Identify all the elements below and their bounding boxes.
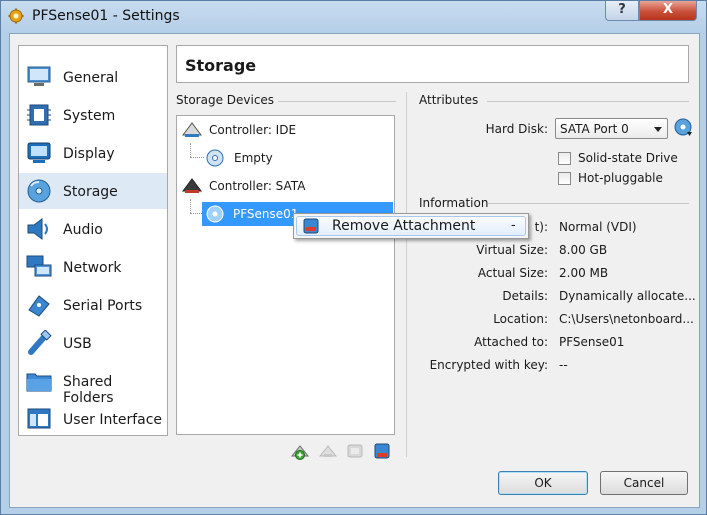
add-attachment-icon[interactable] [346, 442, 364, 460]
storage-tree[interactable]: Controller: IDE Empty Controller: SATA P… [176, 115, 395, 435]
information-heading: Information [419, 196, 493, 210]
sidebar-item-display[interactable]: Display [19, 135, 167, 171]
sidebar-item-label: General [63, 70, 119, 86]
page-header: Storage [176, 45, 689, 83]
hot-pluggable-checkbox[interactable] [558, 172, 571, 185]
info-virtual-size-value: 8.00 GB [559, 243, 608, 257]
ui-icon [27, 408, 51, 429]
remove-controller-icon[interactable] [319, 442, 337, 460]
tree-connector [190, 157, 204, 158]
info-actual-size-label: Actual Size: [477, 266, 548, 280]
tree-connector [190, 199, 191, 213]
remove-attachment-menu-item[interactable]: Remove Attachment - [296, 216, 526, 236]
info-location-value: C:\Users\netonboard... [559, 312, 694, 326]
info-actual-size-value: 2.00 MB [559, 266, 609, 280]
info-location-label: Location: [493, 312, 548, 326]
hard-disk-label: Hard Disk: [485, 122, 548, 136]
menu-item-label: Remove Attachment [332, 218, 476, 234]
virtualbox-gear-icon [8, 8, 24, 24]
storage-devices-heading: Storage Devices [176, 93, 279, 107]
serial-icon [28, 295, 50, 317]
ok-button[interactable]: OK [498, 471, 588, 495]
info-encrypted-value: -- [559, 358, 568, 372]
sidebar-item-label: USB [63, 336, 92, 352]
folder-icon [26, 373, 52, 392]
sidebar-item-general[interactable]: General [19, 59, 167, 95]
info-attached-to-value: PFSense01 [559, 335, 625, 349]
speaker-icon [27, 218, 48, 240]
sidebar-item-network[interactable]: Network [19, 249, 167, 285]
info-type-value: Normal (VDI) [559, 220, 637, 234]
tree-item-pfsense01-label: PFSense01 [233, 207, 299, 221]
window-title: PFSense01 - Settings [32, 8, 180, 24]
sidebar-item-label: Storage [63, 184, 118, 200]
sidebar-item-system[interactable]: System [19, 97, 167, 133]
disk-icon [27, 179, 51, 203]
divider [278, 101, 396, 102]
panel-separator [406, 92, 407, 457]
tree-item-controller-sata[interactable]: Controller: SATA [209, 179, 305, 193]
hard-disk-icon [206, 205, 224, 223]
tree-connector [190, 213, 202, 214]
help-button[interactable]: ? [605, 1, 639, 21]
add-controller-icon[interactable] [291, 442, 309, 460]
hot-pluggable-label: Hot-pluggable [578, 171, 663, 185]
tree-item-empty[interactable]: Empty [234, 151, 273, 165]
sidebar-item-label: Audio [63, 222, 103, 238]
page-title: Storage [185, 56, 257, 75]
solid-state-label: Solid-state Drive [578, 151, 678, 165]
info-details-value: Dynamically allocate... [559, 289, 696, 303]
network-icon [26, 255, 52, 277]
solid-state-checkbox[interactable] [558, 152, 571, 165]
ide-controller-icon [182, 122, 202, 137]
monitor-icon [27, 66, 51, 86]
info-details-label: Details: [502, 289, 548, 303]
close-button[interactable]: X [639, 1, 697, 21]
sidebar-item-serial-ports[interactable]: Serial Ports [19, 287, 167, 323]
sidebar-item-label: User Interface [63, 412, 163, 428]
remove-attachment-icon[interactable] [373, 442, 391, 460]
context-menu: Remove Attachment - [293, 213, 529, 239]
info-attached-to-label: Attached to: [474, 335, 548, 349]
cancel-button[interactable]: Cancel [600, 471, 688, 495]
hard-disk-select[interactable]: SATA Port 0 [555, 118, 668, 139]
sidebar-item-audio[interactable]: Audio [19, 211, 167, 247]
sidebar-item-label: System [63, 108, 116, 124]
choose-disk-icon[interactable] [674, 118, 694, 138]
title-bar[interactable]: PFSense01 - Settings ? X [1, 1, 706, 33]
chevron-down-icon [654, 127, 662, 132]
sidebar-item-label: Display [63, 146, 115, 162]
sidebar-item-label: Network [63, 260, 122, 276]
tree-connector [190, 143, 191, 157]
sidebar-item-usb[interactable]: USB [19, 325, 167, 361]
sidebar-item-user-interface[interactable]: User Interface [19, 401, 167, 437]
optical-disc-icon [206, 149, 224, 167]
divider [488, 203, 689, 204]
divider [487, 101, 689, 102]
usb-icon [28, 330, 52, 355]
tree-item-controller-ide[interactable]: Controller: IDE [209, 123, 296, 137]
sidebar-item-label: Serial Ports [63, 298, 143, 314]
display-icon [27, 142, 51, 163]
info-encrypted-label: Encrypted with key: [429, 358, 548, 372]
dialog-body: General System Display Storage Audio Net… [9, 33, 700, 508]
sidebar-item-storage[interactable]: Storage [19, 173, 167, 209]
attributes-heading: Attributes [419, 93, 483, 107]
chip-icon [27, 104, 51, 126]
remove-attachment-icon [303, 218, 319, 234]
sidebar-item-shared-folders[interactable]: Shared Folders [19, 363, 167, 406]
hard-disk-select-value: SATA Port 0 [560, 122, 629, 136]
menu-item-shortcut: - [511, 218, 516, 233]
settings-category-list: General System Display Storage Audio Net… [18, 45, 168, 436]
sata-controller-icon [182, 178, 202, 193]
settings-window: PFSense01 - Settings ? X General System … [0, 0, 707, 515]
info-virtual-size-label: Virtual Size: [476, 243, 548, 257]
